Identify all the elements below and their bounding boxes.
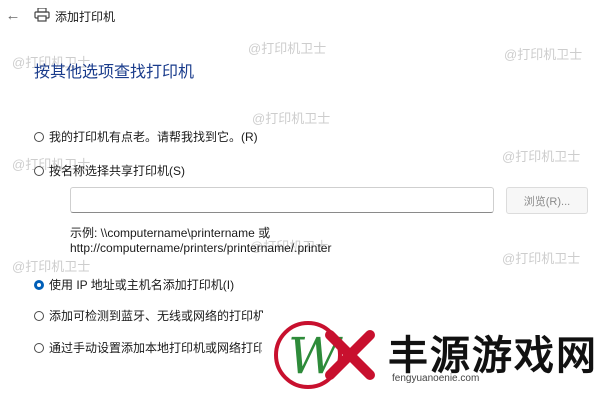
option-label: 添加可检测到蓝牙、无线或网络的打印机 xyxy=(49,309,266,323)
option-label: 使用 IP 地址或主机名添加打印机(I) xyxy=(49,278,235,292)
watermark: @打印机卫士 xyxy=(504,47,583,62)
watermark: @打印机卫士 xyxy=(248,41,327,56)
watermark: @打印机卫士 xyxy=(502,251,581,266)
option-manual-local[interactable]: 通过手动设置添加本地打印机或网络打印机 xyxy=(34,339,277,356)
option-bluetooth-wireless[interactable]: 添加可检测到蓝牙、无线或网络的打印机 xyxy=(34,307,265,324)
printer-name-input[interactable] xyxy=(70,187,494,213)
watermark: @打印机卫士 xyxy=(12,259,91,274)
window-title: 添加打印机 xyxy=(55,10,116,24)
option-shared-printer-by-name[interactable]: 按名称选择共享打印机(S) xyxy=(34,162,185,179)
radio-ip-address[interactable] xyxy=(34,279,44,290)
watermark: @打印机卫士 xyxy=(502,149,581,164)
site-logo-overlay: W 丰源游戏网 fengyuanoenie.com xyxy=(262,313,600,394)
site-logo-url: fengyuanoenie.com xyxy=(392,373,480,384)
example-text-line2: http://computername/printers/printername… xyxy=(70,241,332,255)
radio-shared-printer[interactable] xyxy=(34,165,44,176)
watermark: @打印机卫士 xyxy=(252,111,331,126)
browse-button[interactable]: 浏览(R)... xyxy=(506,187,588,214)
option-label: 通过手动设置添加本地打印机或网络打印机 xyxy=(49,341,278,355)
option-ip-address[interactable]: 使用 IP 地址或主机名添加打印机(I) xyxy=(34,276,234,293)
option-old-printer[interactable]: 我的打印机有点老。请帮我找到它。(R) xyxy=(34,128,258,145)
option-label: 我的打印机有点老。请帮我找到它。(R) xyxy=(49,130,258,144)
example-text-line1: 示例: \\computername\printername 或 xyxy=(70,226,271,240)
back-arrow-icon[interactable]: ← xyxy=(4,6,22,24)
printer-icon xyxy=(34,8,50,22)
option-label: 按名称选择共享打印机(S) xyxy=(49,164,185,178)
page-heading: 按其他选项查找打印机 xyxy=(34,64,195,81)
title-bar: ← 添加打印机 xyxy=(0,0,600,32)
radio-old-printer[interactable] xyxy=(34,131,44,142)
radio-manual-local[interactable] xyxy=(34,342,44,353)
radio-bluetooth-wireless[interactable] xyxy=(34,310,44,321)
site-logo-icon: W xyxy=(274,321,375,389)
